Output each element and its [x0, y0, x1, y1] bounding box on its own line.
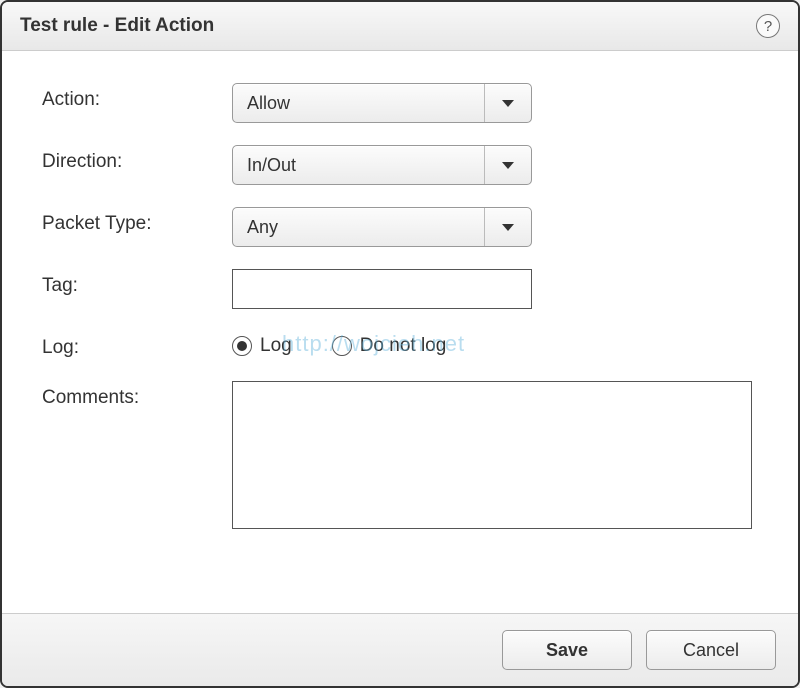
- packet-type-dropdown-value: Any: [233, 208, 485, 246]
- help-icon[interactable]: ?: [756, 14, 780, 38]
- action-dropdown[interactable]: Allow: [232, 83, 532, 123]
- dialog-title: Test rule - Edit Action: [20, 15, 214, 37]
- log-option-label: Log: [260, 335, 292, 357]
- edit-action-dialog: Test rule - Edit Action ? http://wojcieh…: [0, 0, 800, 688]
- tag-label: Tag:: [42, 269, 232, 297]
- packet-type-label: Packet Type:: [42, 207, 232, 235]
- row-tag: Tag:: [42, 269, 758, 309]
- cancel-button[interactable]: Cancel: [646, 630, 776, 670]
- row-packet-type: Packet Type: Any: [42, 207, 758, 247]
- action-dropdown-value: Allow: [233, 84, 485, 122]
- direction-dropdown[interactable]: In/Out: [232, 145, 532, 185]
- row-comments: Comments:: [42, 381, 758, 534]
- radio-icon: [232, 336, 252, 356]
- row-log: Log: Log Do not log: [42, 331, 758, 359]
- chevron-down-icon: [485, 146, 531, 184]
- log-label: Log:: [42, 331, 232, 359]
- action-label: Action:: [42, 83, 232, 111]
- log-radio-log[interactable]: Log: [232, 335, 292, 357]
- radio-icon: [332, 336, 352, 356]
- direction-label: Direction:: [42, 145, 232, 173]
- chevron-down-icon: [485, 84, 531, 122]
- row-action: Action: Allow: [42, 83, 758, 123]
- chevron-down-icon: [485, 208, 531, 246]
- row-direction: Direction: In/Out: [42, 145, 758, 185]
- comments-label: Comments:: [42, 381, 232, 409]
- log-radio-donotlog[interactable]: Do not log: [332, 335, 447, 357]
- log-radio-group: Log Do not log: [232, 331, 758, 357]
- tag-input[interactable]: [232, 269, 532, 309]
- dialog-content: http://wojcieh.net Action: Allow Directi…: [2, 51, 798, 613]
- comments-textarea[interactable]: [232, 381, 752, 529]
- save-button[interactable]: Save: [502, 630, 632, 670]
- packet-type-dropdown[interactable]: Any: [232, 207, 532, 247]
- dialog-footer: Save Cancel: [2, 613, 798, 686]
- direction-dropdown-value: In/Out: [233, 146, 485, 184]
- title-bar: Test rule - Edit Action ?: [2, 2, 798, 51]
- donotlog-option-label: Do not log: [360, 335, 447, 357]
